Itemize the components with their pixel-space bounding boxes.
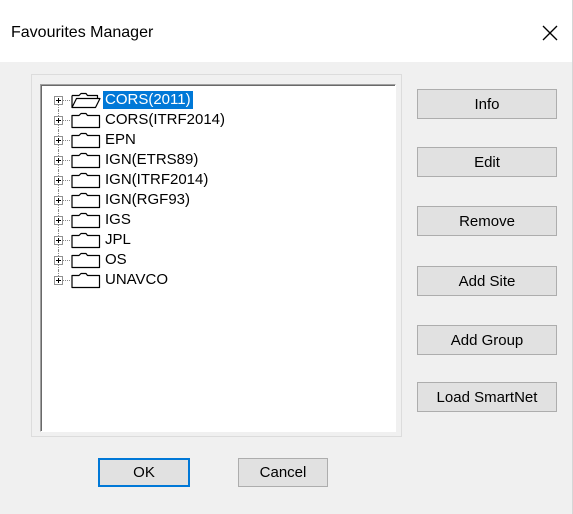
tree-item[interactable]: JPL <box>41 230 395 250</box>
folder-icon <box>71 252 101 269</box>
add-site-button[interactable]: Add Site <box>417 266 557 296</box>
window-title: Favourites Manager <box>11 24 154 41</box>
dialog-client-area: CORS(2011) CORS(ITRF2014) EPN IGN(ETRS89) IG… <box>0 62 573 514</box>
tree-item-label: CORS(2011) <box>102 90 194 110</box>
remove-button[interactable]: Remove <box>417 206 557 236</box>
ok-button[interactable]: OK <box>98 458 190 487</box>
info-button[interactable]: Info <box>417 89 557 119</box>
expand-plus-icon[interactable] <box>54 96 63 105</box>
expand-plus-icon[interactable] <box>54 216 63 225</box>
load-smartnet-button[interactable]: Load SmartNet <box>417 382 557 412</box>
folder-icon <box>71 152 101 169</box>
tree-item[interactable]: IGN(RGF93) <box>41 190 395 210</box>
tree-item-label: OS <box>105 251 127 268</box>
tree-item[interactable]: IGS <box>41 210 395 230</box>
tree-item[interactable]: UNAVCO <box>41 270 395 290</box>
open-folder-icon <box>71 92 101 109</box>
tree-item-label: JPL <box>105 231 131 248</box>
add-group-button[interactable]: Add Group <box>417 325 557 355</box>
tree-item-label: IGN(ETRS89) <box>105 151 199 168</box>
folder-icon <box>71 132 101 149</box>
folder-icon <box>71 172 101 189</box>
folder-icon <box>71 212 101 229</box>
tree-item-label: UNAVCO <box>105 271 169 288</box>
tree-item-label: IGS <box>105 211 131 228</box>
expand-plus-icon[interactable] <box>54 256 63 265</box>
expand-plus-icon[interactable] <box>54 276 63 285</box>
title-bar: Favourites Manager <box>0 0 573 62</box>
expand-plus-icon[interactable] <box>54 156 63 165</box>
expand-plus-icon[interactable] <box>54 116 63 125</box>
tree-item[interactable]: CORS(2011) <box>41 90 395 110</box>
tree-item[interactable]: OS <box>41 250 395 270</box>
expand-plus-icon[interactable] <box>54 236 63 245</box>
tree-item[interactable]: IGN(ETRS89) <box>41 150 395 170</box>
favourites-manager-dialog: Favourites Manager CORS(2011) CORS(ITRF20… <box>0 0 573 514</box>
favourites-tree[interactable]: CORS(2011) CORS(ITRF2014) EPN IGN(ETRS89) IG… <box>40 84 396 432</box>
expand-plus-icon[interactable] <box>54 176 63 185</box>
folder-icon <box>71 272 101 289</box>
tree-item-label: IGN(RGF93) <box>105 191 191 208</box>
expand-plus-icon[interactable] <box>54 196 63 205</box>
tree-item-label: IGN(ITRF2014) <box>105 171 209 188</box>
close-icon <box>542 25 558 41</box>
tree-item[interactable]: EPN <box>41 130 395 150</box>
tree-item-label: CORS(ITRF2014) <box>105 111 226 128</box>
tree-items: CORS(2011) CORS(ITRF2014) EPN IGN(ETRS89) IG… <box>41 90 395 290</box>
edit-button[interactable]: Edit <box>417 147 557 177</box>
folder-icon <box>71 112 101 129</box>
close-button[interactable] <box>527 10 573 56</box>
cancel-button[interactable]: Cancel <box>238 458 328 487</box>
folder-icon <box>71 232 101 249</box>
tree-item-label: EPN <box>105 131 136 148</box>
tree-item[interactable]: CORS(ITRF2014) <box>41 110 395 130</box>
expand-plus-icon[interactable] <box>54 136 63 145</box>
tree-item[interactable]: IGN(ITRF2014) <box>41 170 395 190</box>
folder-icon <box>71 192 101 209</box>
